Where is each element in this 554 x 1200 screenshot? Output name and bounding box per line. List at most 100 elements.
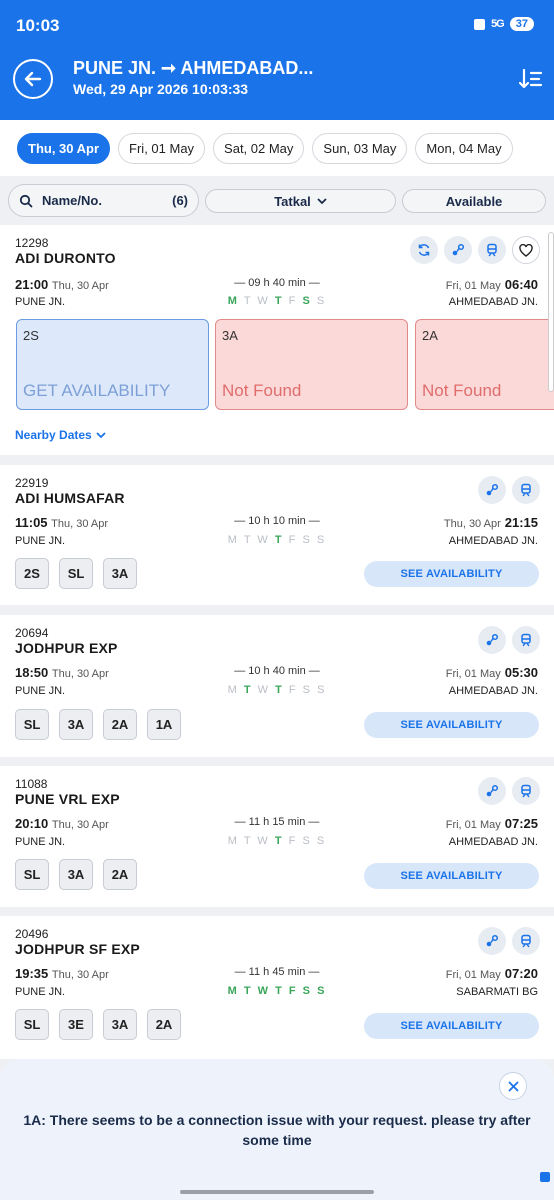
search-label: Name/No.: [42, 193, 102, 208]
class-code: 2A: [422, 328, 438, 343]
train-icon[interactable]: [512, 626, 540, 654]
train-name: JODHPUR SF EXP: [15, 941, 140, 957]
close-icon: [508, 1081, 518, 1091]
class-chip[interactable]: 3E: [59, 1009, 93, 1040]
back-button[interactable]: [13, 59, 53, 99]
page-title: PUNE JN. ➞ AHMEDABAD...: [73, 58, 314, 78]
battery-indicator: 37: [509, 17, 534, 31]
class-code: 3A: [222, 328, 238, 343]
train-card[interactable]: 22919 ADI HUMSAFAR 11:05 Thu, 30 Apr — 1…: [0, 465, 554, 605]
route-icon[interactable]: [444, 236, 472, 264]
route-icon[interactable]: [478, 626, 506, 654]
train-actions: [410, 236, 540, 264]
class-chip[interactable]: SL: [15, 709, 49, 740]
date-chip[interactable]: Fri, 01 May: [118, 133, 206, 164]
train-name: PUNE VRL EXP: [15, 791, 120, 807]
refresh-icon[interactable]: [410, 236, 438, 264]
train-card[interactable]: 20694 JODHPUR EXP 18:50 Thu, 30 Apr — 10…: [0, 615, 554, 757]
class-chip[interactable]: 3A: [103, 558, 137, 589]
to-station: AHMEDABAD JN.: [448, 836, 538, 848]
class-chips: SL 3A 2A 1A: [15, 709, 181, 740]
train-card[interactable]: 11088 PUNE VRL EXP 20:10 Thu, 30 Apr — 1…: [0, 766, 554, 907]
sort-button[interactable]: [518, 66, 544, 92]
notification-icon: [474, 18, 486, 30]
signal-icon: 5G: [491, 18, 505, 30]
name-number-filter[interactable]: Name/No. (6): [8, 184, 199, 217]
arrival: Fri, 01 May 07:25: [446, 816, 538, 831]
route-icon[interactable]: [478, 927, 506, 955]
class-chip[interactable]: 3A: [59, 709, 93, 740]
from-station: PUNE JN.: [15, 535, 66, 547]
filter-bar: Name/No. (6) Tatkal Available: [0, 176, 554, 224]
nearby-dates-link[interactable]: Nearby Dates: [15, 428, 106, 442]
app-header: 10:03 5G 37 PUNE JN. ➞ AHMEDABAD... Wed,…: [0, 0, 554, 120]
train-card[interactable]: 20496 JODHPUR SF EXP 19:35 Thu, 30 Apr —…: [0, 916, 554, 1059]
date-chip[interactable]: Sat, 02 May: [213, 133, 305, 164]
quota-dropdown[interactable]: Tatkal: [205, 189, 396, 213]
from-station: PUNE JN.: [15, 296, 66, 308]
see-availability-button[interactable]: SEE AVAILABILITY: [364, 863, 539, 889]
arrival-time: 21:15: [504, 515, 538, 530]
heart-icon[interactable]: [512, 236, 540, 264]
to-station: SABARMATI BG: [456, 986, 538, 998]
class-chip[interactable]: SL: [59, 558, 93, 589]
nearby-dates-label: Nearby Dates: [15, 428, 92, 442]
class-chip[interactable]: 2A: [103, 709, 137, 740]
class-chip[interactable]: 2A: [103, 859, 137, 890]
class-availability-box[interactable]: 2A Not Found: [415, 319, 554, 410]
arrival: Fri, 01 May 05:30: [446, 665, 538, 680]
class-availability-box[interactable]: 2S GET AVAILABILITY: [16, 319, 209, 410]
class-availability-box[interactable]: 3A Not Found: [215, 319, 408, 410]
arrival-time: 06:40: [504, 277, 538, 292]
route-icon[interactable]: [478, 476, 506, 504]
arrival-time: 05:30: [504, 665, 538, 680]
see-availability-button[interactable]: SEE AVAILABILITY: [364, 1013, 539, 1039]
class-chip[interactable]: 2A: [147, 1009, 181, 1040]
arrival: Thu, 30 Apr 21:15: [444, 515, 538, 530]
class-chip[interactable]: 2S: [15, 558, 49, 589]
class-chip[interactable]: SL: [15, 859, 49, 890]
availability-status: GET AVAILABILITY: [23, 381, 171, 400]
close-button[interactable]: [499, 1072, 527, 1100]
route-icon[interactable]: [478, 777, 506, 805]
see-availability-button[interactable]: SEE AVAILABILITY: [364, 712, 539, 738]
class-chip[interactable]: 1A: [147, 709, 181, 740]
arrival: Fri, 01 May 07:20: [446, 966, 538, 981]
scrollbar[interactable]: [548, 232, 554, 392]
arrival: Fri, 01 May 06:40: [446, 277, 538, 292]
date-chip[interactable]: Thu, 30 Apr: [17, 133, 111, 164]
see-availability-button[interactable]: SEE AVAILABILITY: [364, 561, 539, 587]
quota-label: Tatkal: [274, 193, 311, 209]
train-icon[interactable]: [512, 927, 540, 955]
date-chip[interactable]: Mon, 04 May: [415, 133, 513, 164]
train-icon[interactable]: [512, 777, 540, 805]
feedback-badge[interactable]: [540, 1172, 550, 1182]
availability-filter[interactable]: Available: [402, 189, 546, 213]
train-actions: [478, 626, 540, 654]
class-chip[interactable]: SL: [15, 1009, 49, 1040]
train-name: JODHPUR EXP: [15, 640, 118, 656]
to-station: AHMEDABAD JN.: [448, 535, 538, 547]
availability-status: Not Found: [222, 381, 302, 400]
sort-icon: [519, 68, 543, 89]
train-actions: [478, 476, 540, 504]
error-toast: 1A: There seems to be a connection issue…: [0, 1059, 554, 1200]
train-number: 11088: [15, 777, 48, 791]
class-code: 2S: [23, 328, 39, 343]
date-chip[interactable]: Sun, 03 May: [312, 133, 408, 164]
train-actions: [478, 777, 540, 805]
home-indicator[interactable]: [180, 1190, 374, 1194]
train-card[interactable]: 12298 ADI DURONTO 21:00 Thu, 30 Apr — 09…: [0, 225, 554, 455]
to-station: AHMEDABAD JN.: [448, 296, 538, 308]
train-number: 20694: [15, 626, 49, 640]
train-icon[interactable]: [512, 476, 540, 504]
arrival-time: 07:25: [504, 816, 538, 831]
availability-status: Not Found: [422, 381, 502, 400]
page-subtitle: Wed, 29 Apr 2026 10:03:33: [73, 81, 249, 97]
arrival-date: Fri, 01 May: [445, 280, 501, 292]
train-icon[interactable]: [478, 236, 506, 264]
train-name: ADI DURONTO: [15, 250, 116, 266]
class-chip[interactable]: 3A: [103, 1009, 137, 1040]
class-chips: SL 3E 3A 2A: [15, 1009, 181, 1040]
class-chip[interactable]: 3A: [59, 859, 93, 890]
